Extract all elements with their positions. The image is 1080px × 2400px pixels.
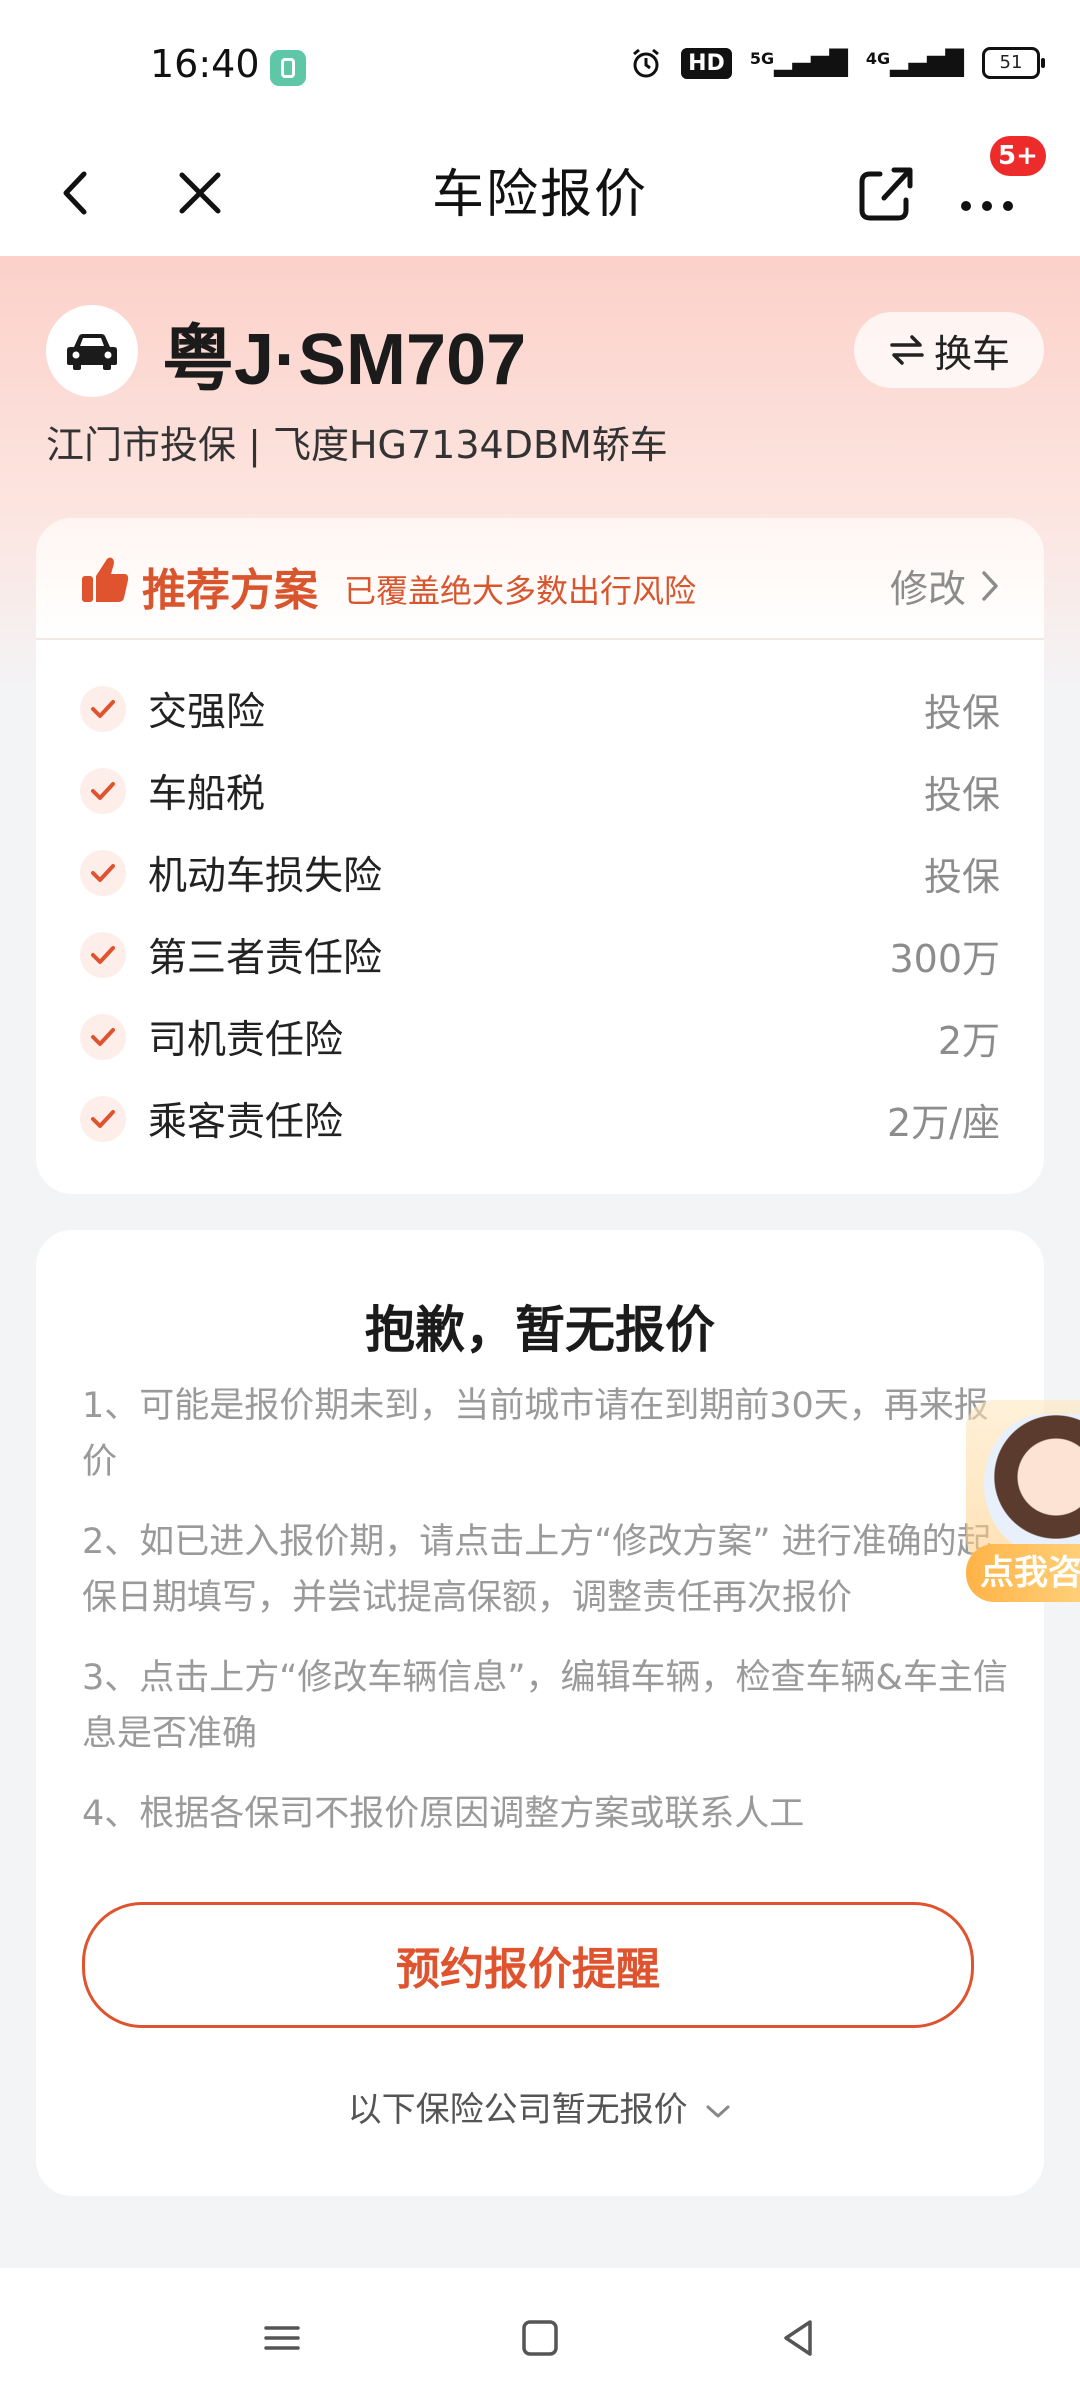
signal-4g-icon: 4G▂▄▆█: [865, 49, 964, 77]
recent-apps-button[interactable]: [252, 2308, 312, 2368]
coverage-name: 交强险: [148, 690, 266, 735]
coverage-value: 2万/座: [887, 1100, 1000, 1145]
modify-plan-label: 修改: [889, 567, 966, 611]
signal-5g-label: 5G: [749, 49, 775, 68]
coverage-value: 2万: [937, 1018, 1000, 1063]
tips-list: 1、可能是报价期未到，当前城市请在到期前30天，再来报价 2、如已进入报价期，请…: [82, 1378, 1012, 1866]
coverage-name: 机动车损失险: [148, 854, 383, 899]
status-time: 16:40: [150, 42, 260, 86]
tip-item: 4、根据各保司不报价原因调整方案或联系人工: [82, 1794, 805, 1834]
share-button[interactable]: [840, 148, 930, 238]
no-quote-card: 抱歉，暂无报价 1、可能是报价期未到，当前城市请在到期前30天，再来报价 2、如…: [36, 1230, 1044, 2196]
check-icon: [80, 768, 126, 814]
system-nav-bar: [0, 2268, 1080, 2400]
tip-item: 1、可能是报价期未到，当前城市请在到期前30天，再来报价: [82, 1386, 989, 1482]
share-icon: [859, 167, 913, 221]
license-plate: 粤J·SM707: [162, 320, 527, 400]
car-icon: [67, 334, 117, 370]
quote-reminder-button[interactable]: 预约报价提醒: [82, 1902, 974, 2028]
recommended-plan-card: 推荐方案 已覆盖绝大多数出行风险 修改 交强险 投保 车船税 投保 机动车损失险…: [36, 518, 1044, 1194]
signal-5g-icon: 5G▂▄▆█: [749, 49, 848, 77]
vehicle-subtitle: 江门市投保 | 飞度HG7134DBM轿车: [46, 423, 668, 467]
check-icon: [80, 932, 126, 978]
coverage-name: 车船税: [148, 772, 266, 817]
hd-icon: HD: [681, 47, 732, 79]
coverage-row: 车船税 投保: [36, 750, 1044, 832]
coverage-name: 司机责任险: [148, 1018, 344, 1063]
coverage-row: 机动车损失险 投保: [36, 832, 1044, 914]
chevron-down-icon: [706, 2105, 730, 2117]
coverage-value: 投保: [923, 690, 1000, 735]
thumbs-up-icon: [82, 557, 129, 602]
coverage-value: 投保: [923, 854, 1000, 899]
coverage-row: 交强险 投保: [36, 668, 1044, 750]
app-notification-icon: [270, 50, 306, 86]
no-quote-title: 抱歉，暂无报价: [365, 1301, 715, 1359]
coverage-list: 交强险 投保 车船税 投保 机动车损失险 投保 第三者责任险 300万 司机责任…: [36, 668, 1044, 1160]
swap-car-label: 换车: [933, 331, 1010, 376]
no-quote-companies-toggle[interactable]: 以下保险公司暂无报价: [36, 2082, 1044, 2131]
tip-item: 3、点击上方“修改车辆信息”，编辑车辆，检查车辆&车主信息是否准确: [82, 1658, 1008, 1754]
check-icon: [80, 1096, 126, 1142]
coverage-row: 第三者责任险 300万: [36, 914, 1044, 996]
status-icons: HD 5G▂▄▆█ 4G▂▄▆█ 51: [629, 46, 1045, 80]
chevron-right-icon: [982, 570, 998, 601]
plan-description: 已覆盖绝大多数出行风险: [344, 572, 697, 610]
coverage-row: 司机责任险 2万: [36, 996, 1044, 1078]
signal-4g-label: 4G: [865, 49, 891, 68]
coverage-name: 第三者责任险: [148, 936, 383, 981]
coverage-row: 乘客责任险 2万/座: [36, 1078, 1044, 1160]
alarm-icon: [633, 48, 660, 78]
battery-icon: 51: [982, 47, 1045, 79]
coverage-value: 投保: [923, 772, 1000, 817]
back-triangle-icon: [784, 2320, 812, 2356]
home-button[interactable]: [510, 2308, 570, 2368]
car-avatar: [46, 305, 138, 397]
coverage-value: 300万: [889, 936, 1000, 981]
no-quote-companies-label: 以下保险公司暂无报价: [347, 2090, 688, 2130]
menu-icon: [264, 2326, 300, 2350]
coverage-name: 乘客责任险: [148, 1100, 344, 1145]
tip-item: 2、如已进入报价期，请点击上方“修改方案” 进行准确的起保日期填写，并尝试提高保…: [82, 1522, 992, 1618]
check-icon: [80, 1014, 126, 1060]
plan-header: 推荐方案 已覆盖绝大多数出行风险 修改: [36, 518, 1044, 640]
assistant-label: 点我咨: [966, 1544, 1080, 1602]
swap-arrows-icon: [890, 335, 924, 365]
swap-car-button[interactable]: 换车: [854, 312, 1044, 388]
system-back-button[interactable]: [768, 2308, 828, 2368]
plan-title: 推荐方案: [142, 565, 318, 616]
nav-bar: 车险报价: [0, 130, 1080, 256]
customer-service-float[interactable]: 点我咨: [966, 1400, 1080, 1610]
check-icon: [80, 686, 126, 732]
home-square-icon: [522, 2320, 558, 2356]
modify-plan-button[interactable]: 修改: [890, 558, 1000, 613]
status-bar: 16:40 HD 5G▂▄▆█ 4G▂▄▆█ 51: [0, 0, 1080, 130]
notification-badge: 5+: [990, 136, 1046, 176]
check-icon: [80, 850, 126, 896]
